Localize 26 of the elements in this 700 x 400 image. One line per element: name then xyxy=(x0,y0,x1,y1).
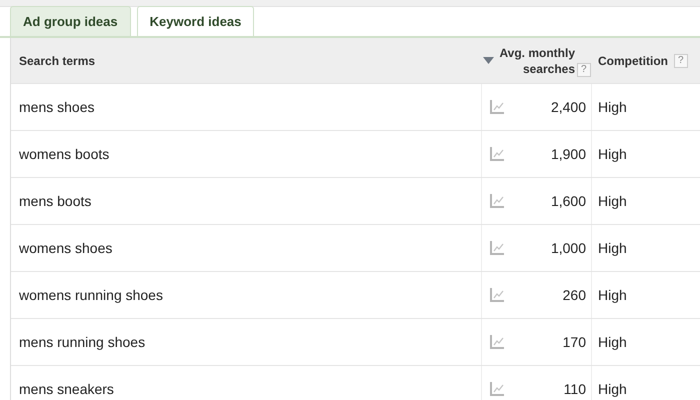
search-term: mens sneakers xyxy=(19,381,114,397)
competition-level: High xyxy=(598,146,627,162)
search-term: mens running shoes xyxy=(19,334,146,350)
search-volume: 260 xyxy=(562,287,586,303)
column-header[interactable]: Competition xyxy=(598,54,668,68)
competition-level: High xyxy=(598,381,627,397)
column-header[interactable]: Search terms xyxy=(19,54,96,68)
search-term: mens shoes xyxy=(19,99,94,115)
competition-level: High xyxy=(598,99,627,115)
search-term: mens boots xyxy=(19,193,92,209)
tab[interactable]: Keyword ideas xyxy=(136,6,254,36)
competition-level: High xyxy=(598,193,627,209)
search-term: womens shoes xyxy=(19,240,112,256)
search-volume: 1,600 xyxy=(550,193,586,209)
search-volume: 1,000 xyxy=(550,240,586,256)
search-volume: 1,900 xyxy=(550,146,586,162)
competition-level: High xyxy=(598,240,627,256)
search-volume: 170 xyxy=(562,334,586,350)
search-volume: 2,400 xyxy=(550,99,586,115)
search-volume: 110 xyxy=(564,381,586,397)
search-term: womens running shoes xyxy=(19,287,163,303)
search-term: womens boots xyxy=(19,146,110,162)
column-header[interactable]: Avg. monthly searches xyxy=(497,44,575,76)
competition-level: High xyxy=(598,287,627,303)
competition-level: High xyxy=(598,334,627,350)
tab[interactable]: Ad group ideas xyxy=(10,6,131,36)
